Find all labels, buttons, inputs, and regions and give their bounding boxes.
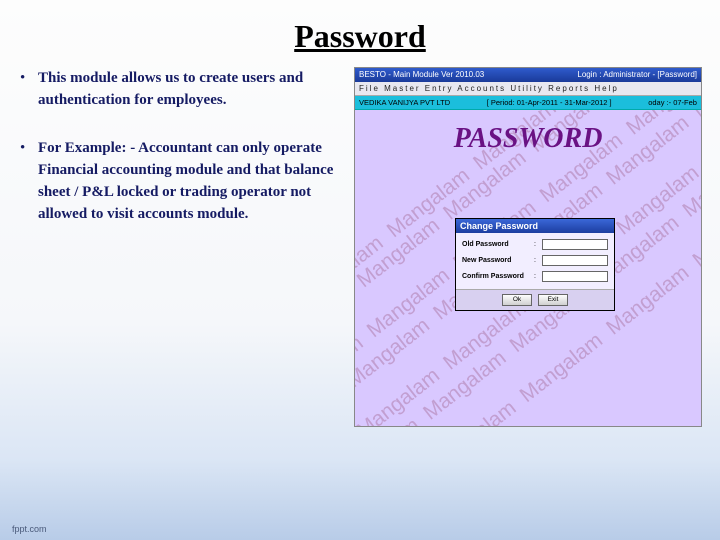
footer-attribution: fppt.com <box>12 524 47 534</box>
menubar[interactable]: File Master Entry Accounts Utility Repor… <box>355 82 701 96</box>
colon: : <box>534 241 542 248</box>
old-password-input[interactable] <box>542 239 608 250</box>
bullet-list: • This module allows us to create users … <box>20 67 340 487</box>
change-password-dialog: Change Password Old Password : New Passw… <box>455 218 615 311</box>
exit-button[interactable]: Exit <box>538 294 568 306</box>
confirm-password-input[interactable] <box>542 271 608 282</box>
slide-title: Password <box>0 0 720 67</box>
company-name: VEDIKA VANIJYA PVT LTD <box>359 96 450 109</box>
colon: : <box>534 273 542 280</box>
colon: : <box>534 257 542 264</box>
ok-button[interactable]: Ok <box>502 294 532 306</box>
password-heading: PASSWORD <box>355 123 701 155</box>
old-password-label: Old Password <box>462 241 534 248</box>
confirm-password-label: Confirm Password <box>462 273 534 280</box>
new-password-label: New Password <box>462 257 534 264</box>
bullet-text: For Example: - Accountant can only opera… <box>38 137 340 225</box>
titlebar-left: BESTO - Main Module Ver 2010.03 <box>359 68 484 82</box>
dialog-body: Old Password : New Password : Confirm Pa… <box>456 233 614 289</box>
window-titlebar: BESTO - Main Module Ver 2010.03 Login : … <box>355 68 701 82</box>
bullet-dot-icon: • <box>20 137 38 225</box>
bullet-text: This module allows us to create users an… <box>38 67 340 111</box>
bullet-dot-icon: • <box>20 67 38 111</box>
dialog-buttons: Ok Exit <box>456 289 614 310</box>
bullet-item: • For Example: - Accountant can only ope… <box>20 137 340 225</box>
confirm-password-row: Confirm Password : <box>462 271 608 282</box>
infobar: VEDIKA VANIJYA PVT LTD [ Period: 01-Apr-… <box>355 96 701 110</box>
new-password-row: New Password : <box>462 255 608 266</box>
period-label: [ Period: 01-Apr-2011 - 31-Mar-2012 ] <box>487 96 612 109</box>
today-label: oday :- 07-Feb <box>648 96 697 109</box>
screenshot-panel: BESTO - Main Module Ver 2010.03 Login : … <box>354 67 700 487</box>
dialog-title: Change Password <box>456 219 614 233</box>
old-password-row: Old Password : <box>462 239 608 250</box>
bullet-item: • This module allows us to create users … <box>20 67 340 111</box>
new-password-input[interactable] <box>542 255 608 266</box>
app-window: BESTO - Main Module Ver 2010.03 Login : … <box>354 67 702 427</box>
content-row: • This module allows us to create users … <box>0 67 720 487</box>
titlebar-right: Login : Administrator - [Password] <box>577 68 697 82</box>
